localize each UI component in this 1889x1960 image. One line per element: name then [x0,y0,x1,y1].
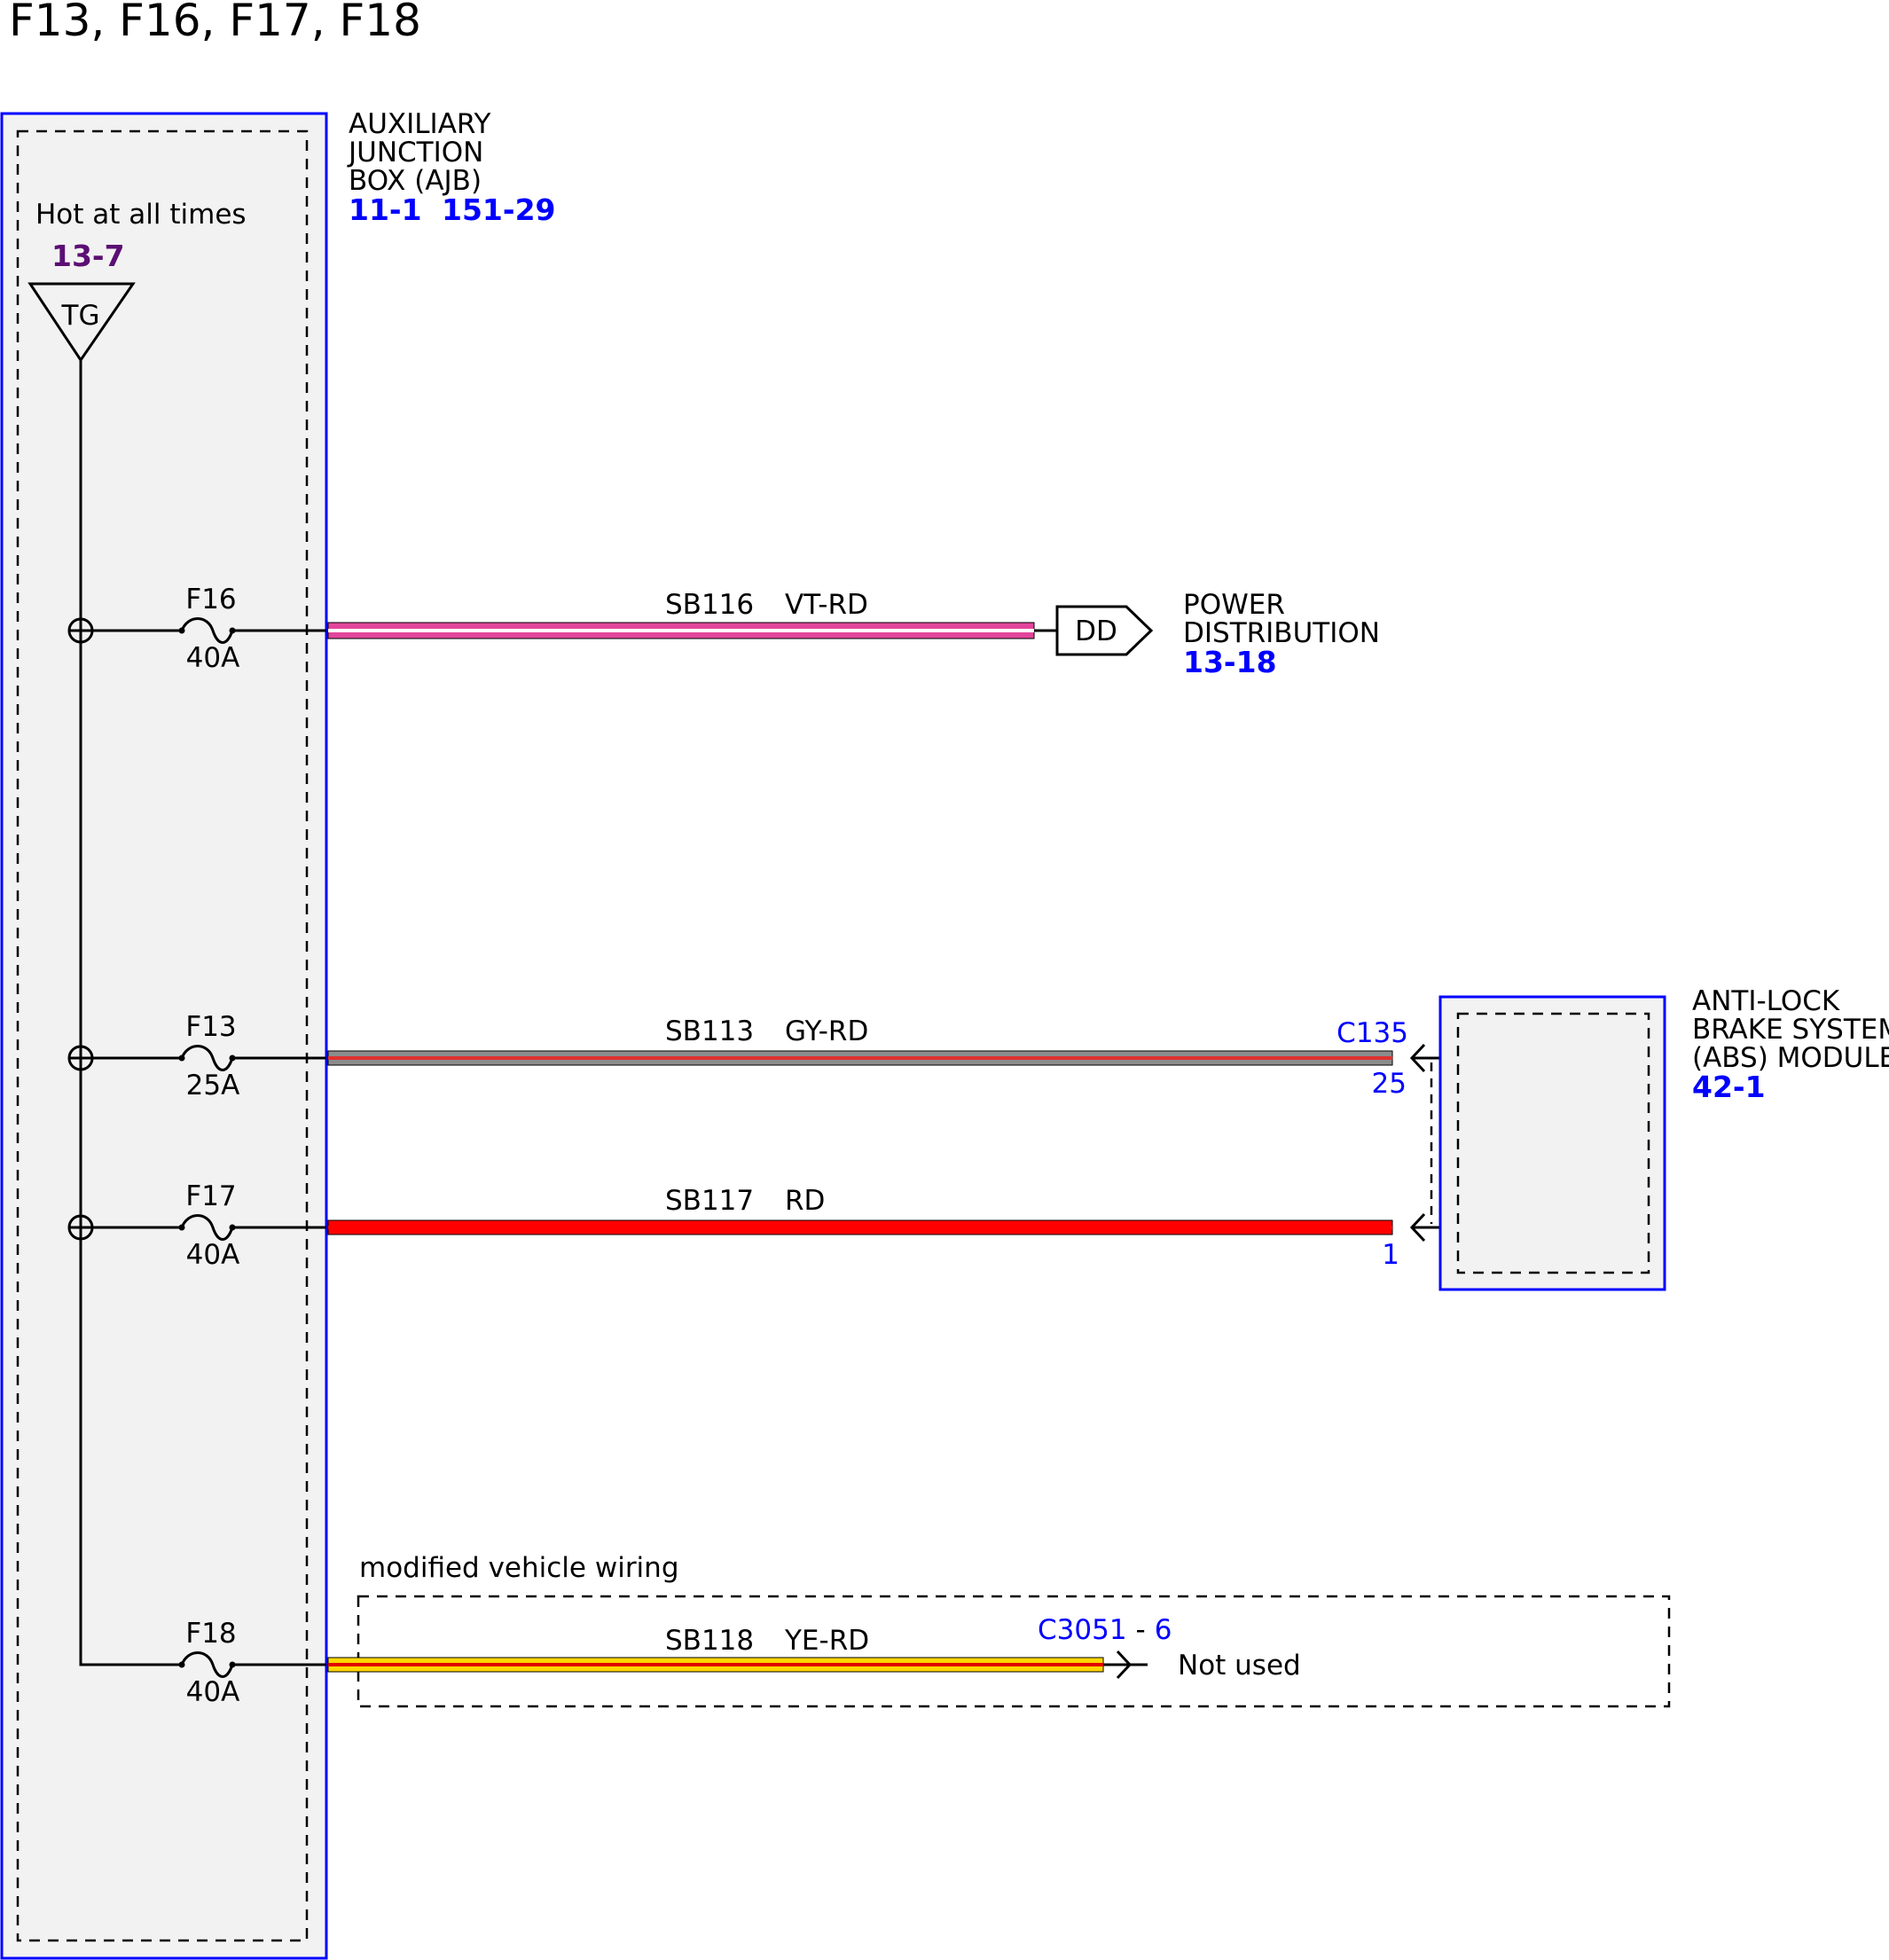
hot-label: Hot at all times [35,199,247,231]
modified-wiring-label: modified vehicle wiring [359,1552,679,1584]
abs-module-name-line-2: BRAKE SYSTEM [1692,1014,1889,1046]
dd-connector-label: DD [1075,615,1117,647]
wire-sb117-color-code: RD [785,1185,825,1217]
power-distribution-name-line-1: POWER [1183,589,1285,621]
wire-sb118-circuit: SB118 [665,1625,754,1657]
abs-module-outline [1438,995,1666,1291]
hot-ref[interactable]: 13-7 [51,239,125,273]
fuse-f13-terminal-in [178,1054,185,1062]
bus-label: TG [61,300,100,332]
fuse-f13-rating: 25A [186,1070,240,1102]
junction-box-ref-b[interactable]: 151-29 [442,192,556,227]
modified-wiring-boundary [357,1595,1671,1708]
fuse-f16-rating: 40A [186,642,240,674]
wire-sb113-color-code: GY-RD [785,1015,868,1047]
c135-connector-label: C135 [1336,1017,1408,1049]
c135-pin-25: 25 [1372,1068,1407,1100]
wire-sb113-stripe [328,1056,1392,1060]
fuse-f18-id: F18 [185,1618,236,1650]
fuse-f18-rating: 40A [186,1676,240,1708]
junction-box-name-line-1: AUXILIARY [349,108,490,140]
not-used-note: Not used [1178,1650,1301,1682]
c135-pin-1: 1 [1382,1239,1399,1271]
junction-box [0,112,328,1960]
abs-module[interactable] [1438,995,1666,1291]
wire-sb116-circuit: SB116 [665,589,754,621]
fuse-f16-id: F16 [185,584,236,615]
abs-module-name-line-1: ANTI-LOCK [1692,985,1840,1017]
wire-sb118-stripe [328,1663,1103,1666]
c3051-terminal-icon [1103,1650,1148,1680]
wiring-diagram: F13, F16, F17, F18 AUXILIARY JUNCTION BO… [0,0,1889,1960]
fuse-f17-id: F17 [185,1180,236,1212]
junction-box-name-line-2: JUNCTION [347,137,483,169]
wire-sb113[interactable] [327,1050,1393,1066]
fuse-f17-terminal-in [178,1224,185,1231]
junction-box-ref-a[interactable]: 11-1 [349,192,422,227]
c135-pin-1-terminal-icon [1409,1212,1440,1243]
fuse-f18-terminal-in [178,1661,185,1668]
wire-sb113-circuit: SB113 [665,1015,754,1047]
wire-sb116[interactable] [327,622,1035,639]
junction-box-outline [0,112,328,1960]
wire-sb117-stripe [328,1226,1392,1229]
wire-sb117-circuit: SB117 [665,1185,754,1217]
c3051-connector-label: C3051 [1038,1614,1127,1646]
fuse-f16-terminal-in [178,627,185,634]
c3051-separator: - [1136,1614,1146,1646]
wire-sb117[interactable] [327,1219,1393,1235]
power-distribution-ref[interactable]: 13-18 [1183,645,1277,679]
wire-sb118[interactable] [327,1657,1104,1673]
page-title: F13, F16, F17, F18 [9,0,421,46]
fuse-f13-id: F13 [185,1011,236,1043]
abs-module-ref[interactable]: 42-1 [1692,1070,1766,1104]
wire-sb116-stripe [328,629,1034,632]
wire-sb118-color-code: YE-RD [784,1625,869,1657]
wire-sb116-color-code: VT-RD [785,589,868,621]
fuse-f17-rating: 40A [186,1239,240,1271]
c3051-connector-line: C3051-6 [1038,1614,1172,1646]
c3051-pin: 6 [1155,1614,1172,1646]
